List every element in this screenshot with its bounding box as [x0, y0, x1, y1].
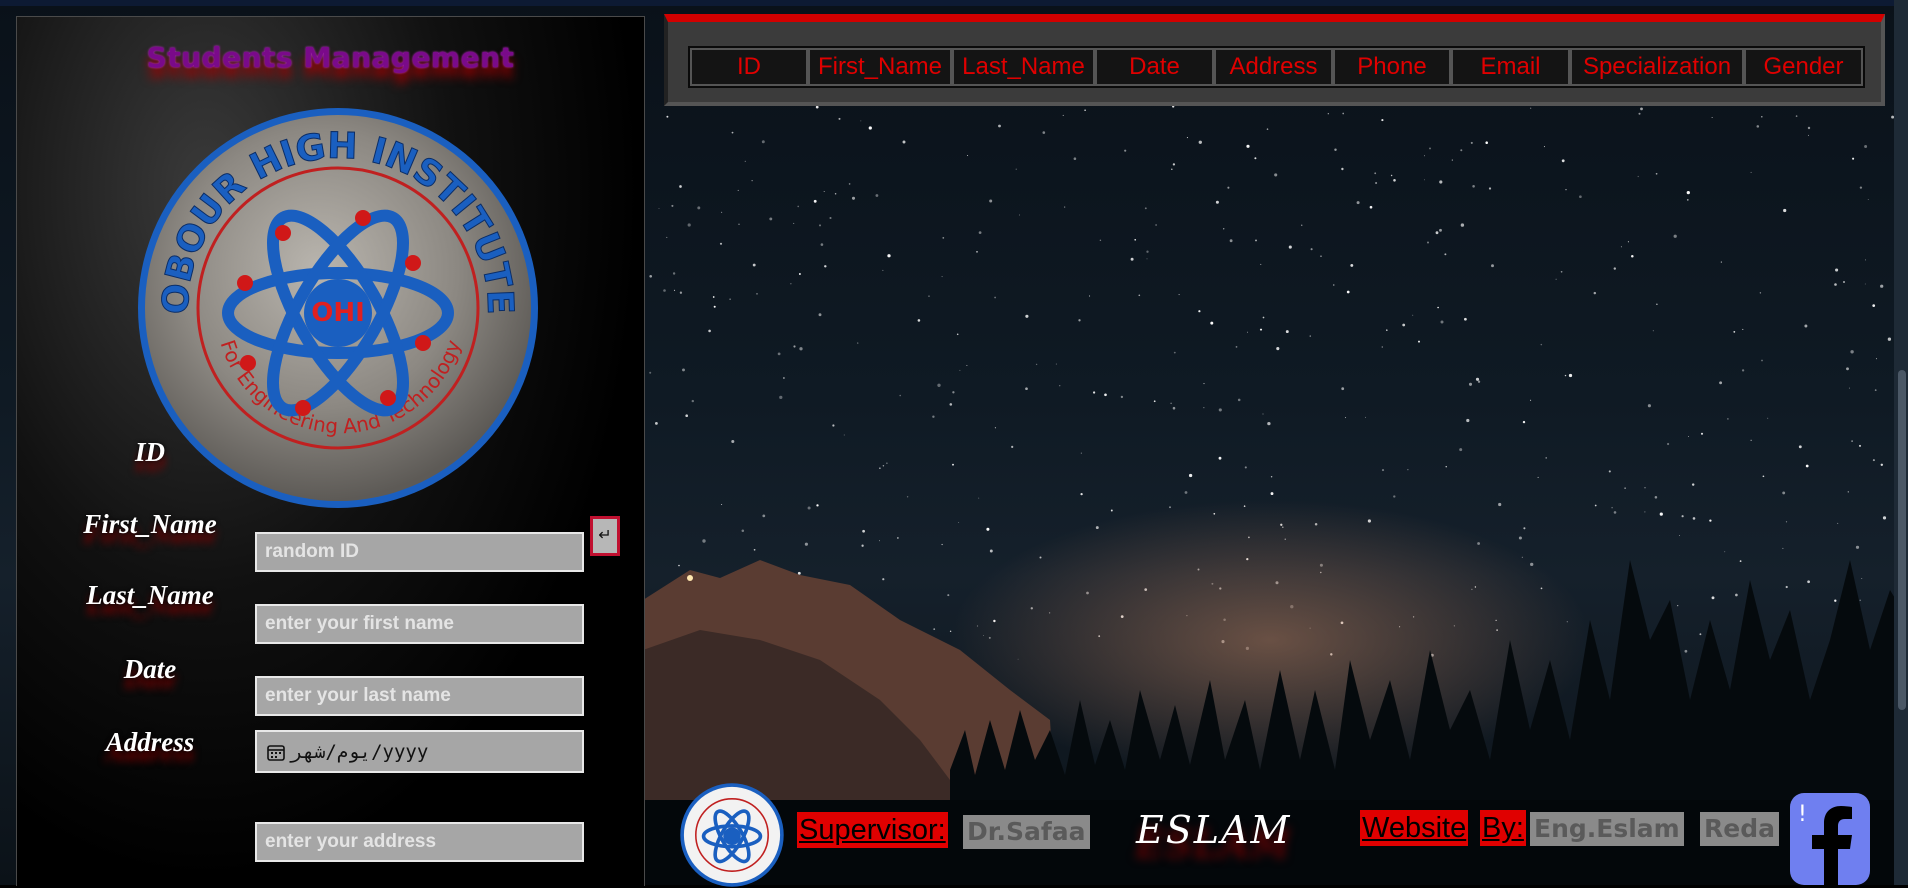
- column-header-phone[interactable]: Phone: [1333, 48, 1451, 86]
- column-header-specialization[interactable]: Specialization: [1570, 48, 1744, 86]
- top-strip: [0, 0, 1908, 6]
- column-header-first-name[interactable]: First_Name: [808, 48, 952, 86]
- scrollbar-thumb[interactable]: [1898, 370, 1906, 710]
- address-input[interactable]: [255, 822, 584, 862]
- id-label: ID: [134, 437, 165, 467]
- first-name-input[interactable]: [255, 604, 584, 644]
- id-input[interactable]: [255, 532, 584, 572]
- panel-title: Students Management: [146, 41, 515, 74]
- last-name-input[interactable]: [255, 676, 584, 716]
- address-label: Address: [105, 727, 195, 757]
- signature-text: ESLAM: [1136, 808, 1292, 852]
- column-header-email[interactable]: Email: [1451, 48, 1570, 86]
- date-input-value: يوم/شهر/yyyy: [291, 740, 429, 763]
- supervisor-name: Dr.Safaa: [963, 815, 1090, 849]
- column-header-date[interactable]: Date: [1095, 48, 1214, 86]
- footer-ohi-logo: [680, 783, 784, 887]
- column-header-address[interactable]: Address: [1214, 48, 1333, 86]
- website-link[interactable]: Website: [1360, 810, 1469, 846]
- author-last-name: Reda: [1700, 812, 1779, 846]
- facebook-icon[interactable]: !: [1790, 793, 1870, 885]
- column-header-id[interactable]: ID: [690, 48, 808, 86]
- first-name-label: First_Name: [83, 509, 217, 539]
- calendar-icon[interactable]: [267, 743, 285, 761]
- students-table: ID First_Name Last_Name Date Address Pho…: [664, 14, 1885, 106]
- logo-abbr: OHI: [311, 298, 365, 328]
- author-first-name: Eng.Eslam: [1530, 812, 1684, 846]
- column-header-last-name[interactable]: Last_Name: [952, 48, 1095, 86]
- last-name-label: Last_Name: [86, 580, 214, 610]
- column-header-gender[interactable]: Gender: [1744, 48, 1863, 86]
- by-label: By:: [1480, 810, 1526, 846]
- vertical-scrollbar[interactable]: [1894, 0, 1908, 885]
- generate-id-button[interactable]: ↵: [590, 516, 620, 556]
- supervisor-label: Supervisor:: [797, 812, 948, 848]
- date-label: Date: [123, 654, 177, 684]
- svg-text:!: !: [1798, 802, 1807, 827]
- table-header-row: ID First_Name Last_Name Date Address Pho…: [688, 46, 1865, 88]
- date-input[interactable]: يوم/شهر/yyyy: [255, 730, 584, 773]
